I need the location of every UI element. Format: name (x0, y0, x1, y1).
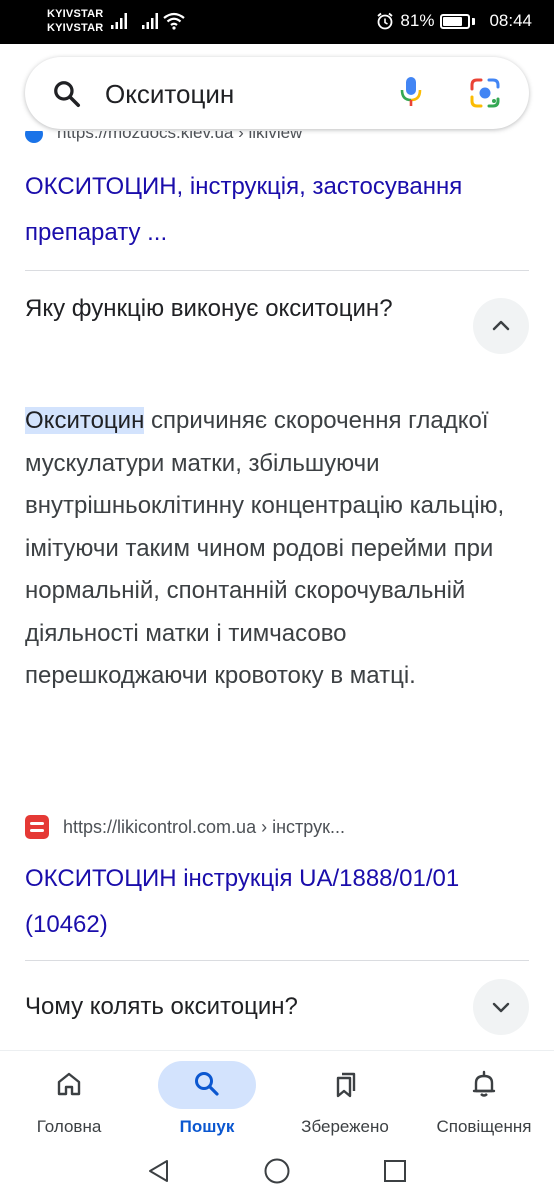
answer-snippet: Окситоцин спричиняє скорочення гладкої м… (25, 400, 530, 698)
home-icon (57, 1072, 81, 1096)
nav-label: Сповіщення (436, 1117, 532, 1136)
alarm-icon (377, 12, 393, 30)
nav-search[interactable]: Пошук (138, 1051, 276, 1146)
site-favicon (25, 815, 49, 839)
battery-tip (472, 17, 476, 25)
chevron-up-icon (492, 320, 510, 331)
status-bar: KYIVSTAR KYIVSTAR 81% 08:44 (0, 0, 554, 44)
previous-result-url[interactable]: https://mozdocs.kiev.ua › likiview (25, 131, 525, 147)
signal-icon (142, 13, 158, 29)
search-icon[interactable] (52, 79, 82, 109)
expand-button[interactable] (473, 979, 529, 1035)
nav-label: Пошук (179, 1117, 235, 1136)
lens-icon[interactable] (469, 77, 501, 109)
status-right: 81% 08:44 (376, 11, 532, 31)
wifi-icon (163, 12, 185, 30)
divider (25, 270, 529, 271)
globe-icon (25, 131, 43, 143)
collapse-button[interactable] (473, 298, 529, 354)
battery-icon (440, 13, 471, 29)
result-title-link[interactable]: ОКСИТОЦИН інструкція UA/1888/01/01 (1046… (25, 856, 530, 948)
carrier-labels: KYIVSTAR KYIVSTAR (47, 7, 103, 35)
source-url[interactable]: https://likicontrol.com.ua › інструк... (25, 815, 345, 839)
source-url-text: https://likicontrol.com.ua › інструк... (63, 816, 345, 837)
search-bar[interactable]: Окситоцин (25, 57, 529, 129)
nav-home[interactable]: Головна (0, 1051, 138, 1146)
clock: 08:44 (489, 11, 532, 30)
previous-url-text: https://mozdocs.kiev.ua › likiview (57, 131, 303, 142)
answer-highlight: Окситоцин (25, 407, 145, 434)
nav-saved[interactable]: Збережено (276, 1051, 414, 1146)
bottom-navigation: Головна Пошук Збережено Сповіщення (0, 1050, 554, 1145)
result-title-link[interactable]: ОКСИТОЦИН, інструкція, застосування преп… (25, 164, 530, 256)
answer-text: спричиняє скорочення гладкої мускулатури… (25, 407, 505, 689)
signal-icon (111, 13, 127, 29)
mic-icon[interactable] (398, 75, 424, 109)
search-icon (195, 1072, 219, 1096)
nav-label: Збережено (301, 1117, 389, 1136)
bookmark-icon (336, 1072, 356, 1098)
battery-percent: 81% (400, 11, 435, 30)
divider (25, 960, 529, 961)
nav-notifications[interactable]: Сповіщення (415, 1051, 553, 1146)
back-icon[interactable] (146, 1158, 172, 1184)
related-question[interactable]: Чому колять окситоцин? (25, 990, 445, 1024)
nav-label: Головна (36, 1117, 102, 1136)
bell-icon (472, 1070, 496, 1097)
system-navigation (0, 1145, 554, 1200)
search-input[interactable]: Окситоцин (105, 79, 234, 110)
home-circle-icon[interactable] (263, 1157, 291, 1185)
chevron-down-icon (492, 1002, 510, 1013)
carrier-1: KYIVSTAR (47, 8, 104, 20)
related-question[interactable]: Яку функцію виконує окситоцин? (25, 292, 425, 326)
carrier-2: KYIVSTAR (47, 22, 104, 34)
recents-icon[interactable] (383, 1159, 407, 1183)
